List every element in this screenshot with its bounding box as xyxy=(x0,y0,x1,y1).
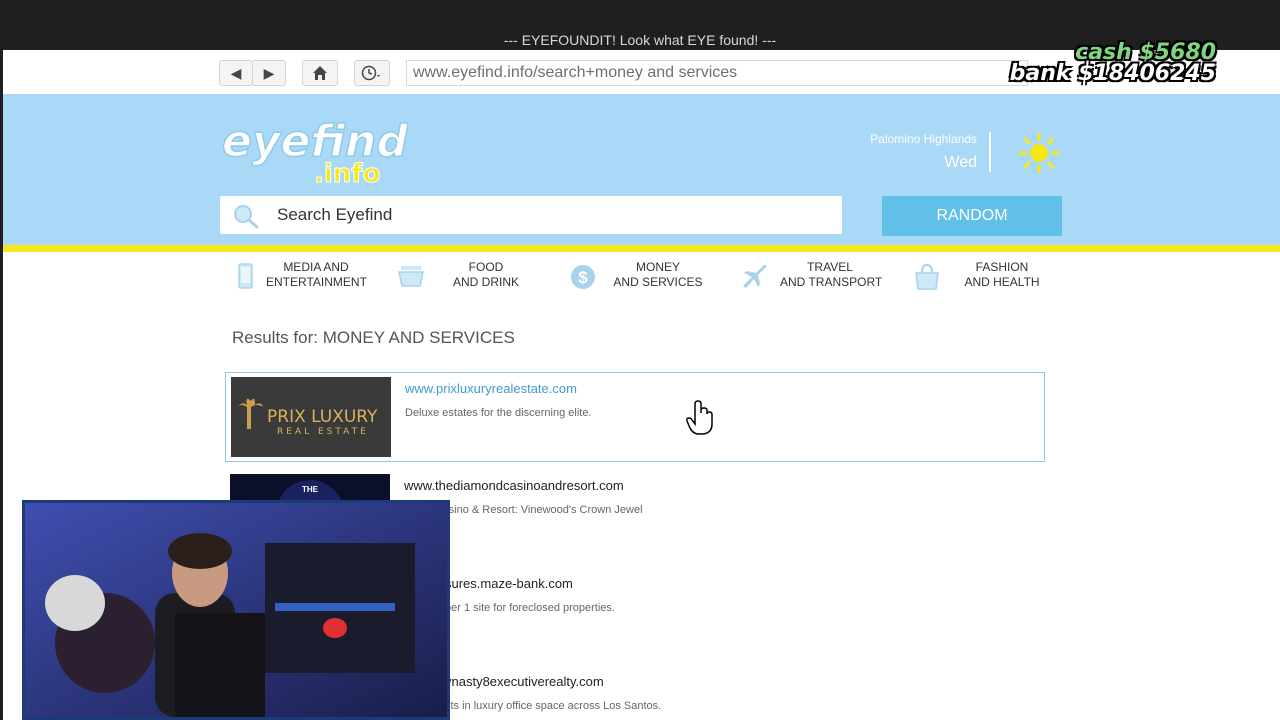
result-url[interactable]: www.thediamondcasinoandresort.com xyxy=(404,478,624,493)
bank-display: bank $18406245 xyxy=(1009,61,1216,86)
url-text: www.eyefind.info/search+money and servic… xyxy=(413,64,738,81)
header-accent-bar xyxy=(3,245,1280,252)
thumb-brand: THE xyxy=(302,485,319,494)
home-icon xyxy=(313,66,327,80)
category-media-line1: MEDIA AND xyxy=(283,260,349,274)
category-food[interactable]: FOOD AND DRINK xyxy=(396,260,536,300)
header-divider xyxy=(989,132,991,172)
eyefind-logo[interactable]: eyefind .info xyxy=(218,106,408,190)
category-food-line2: AND DRINK xyxy=(452,275,519,289)
forward-button[interactable]: ▶ xyxy=(252,60,286,86)
category-media[interactable]: MEDIA AND ENTERTAINMENT xyxy=(230,260,370,300)
category-money-line2: AND SERVICES xyxy=(613,275,703,289)
category-food-line1: FOOD xyxy=(468,260,504,274)
random-button[interactable]: RANDOM xyxy=(882,196,1062,236)
sun-icon xyxy=(1018,132,1060,174)
result-description: ber 1 site for foreclosed properties. xyxy=(445,602,615,614)
location-label: Palomino Highlands xyxy=(870,132,977,146)
back-button[interactable]: ◀ xyxy=(219,60,253,86)
results-title: Results for: MONEY AND SERVICES xyxy=(232,328,515,347)
result-description: Deluxe estates for the discerning elite. xyxy=(405,407,592,419)
thumb-brand: PRIX LUXURY xyxy=(267,407,378,427)
thumb-tagline: REAL ESTATE xyxy=(277,427,369,437)
category-travel-line2: AND TRANSPORT xyxy=(780,275,883,289)
shopping-bag-icon xyxy=(915,263,939,290)
category-nav: MEDIA AND ENTERTAINMENT FOOD AND DRINK $… xyxy=(3,260,1280,300)
category-money-line1: MONEY xyxy=(635,260,680,274)
money-hud: cash $5680 bank $18406245 xyxy=(1010,40,1216,86)
category-fashion[interactable]: FASHION AND HEALTH xyxy=(912,260,1052,300)
search-placeholder: Search Eyefind xyxy=(277,205,393,224)
food-icon xyxy=(398,266,424,287)
history-button[interactable] xyxy=(354,60,390,86)
result-url[interactable]: sures.maze-bank.com xyxy=(445,576,573,591)
eyefind-header: eyefind .info Palomino Highlands Wed Sea… xyxy=(3,94,1280,245)
search-icon xyxy=(234,205,259,229)
result-thumbnail[interactable]: PRIX LUXURY REAL ESTATE xyxy=(231,377,391,457)
result-url[interactable]: ynasty8executiverealty.com xyxy=(445,674,604,689)
back-arrow-icon: ◀ xyxy=(230,64,242,81)
webcam-feed xyxy=(25,503,447,717)
hand-cursor-icon xyxy=(686,400,713,435)
forward-arrow-icon: ▶ xyxy=(263,64,275,81)
result-item[interactable]: PRIX LUXURY REAL ESTATE www.prixluxuryre… xyxy=(225,372,1045,462)
day-label: Wed xyxy=(944,154,977,171)
home-button[interactable] xyxy=(302,60,338,86)
category-media-line2: ENTERTAINMENT xyxy=(266,275,367,289)
category-fashion-line2: AND HEALTH xyxy=(964,275,1040,289)
category-travel-line1: TRAVEL xyxy=(807,260,853,274)
history-icon xyxy=(361,65,380,81)
dollar-icon: $ xyxy=(571,265,595,289)
phone-icon xyxy=(238,263,253,289)
result-url[interactable]: www.prixluxuryrealestate.com xyxy=(405,381,577,396)
url-bar[interactable]: www.eyefind.info/search+money and servic… xyxy=(406,60,1028,86)
category-money[interactable]: $ MONEY AND SERVICES xyxy=(568,260,708,300)
category-travel[interactable]: TRAVEL AND TRANSPORT xyxy=(740,260,883,300)
result-description: sts in luxury office space across Los Sa… xyxy=(445,700,662,712)
plane-icon xyxy=(743,264,767,288)
category-fashion-line1: FASHION xyxy=(975,260,1029,274)
svg-text:$: $ xyxy=(578,268,588,287)
logo-text-info: .info xyxy=(314,159,380,189)
webcam-overlay xyxy=(22,500,450,720)
search-input[interactable]: Search Eyefind xyxy=(220,196,842,234)
